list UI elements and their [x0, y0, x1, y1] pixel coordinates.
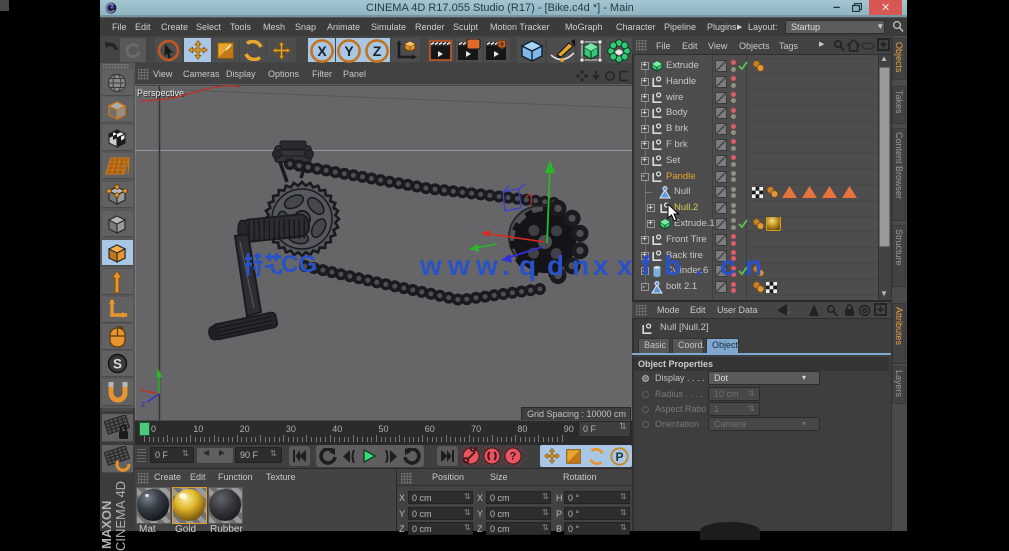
- svg-text:Z: Z: [372, 42, 381, 58]
- svg-text:S: S: [113, 356, 122, 371]
- svg-text:Z: Z: [141, 402, 146, 409]
- svg-text:P: P: [615, 450, 623, 464]
- svg-text:X: X: [317, 42, 327, 58]
- svg-text:Y: Y: [344, 42, 354, 58]
- svg-text:?: ?: [510, 451, 517, 463]
- svg-text:X: X: [140, 387, 145, 394]
- svg-text:Y: Y: [155, 369, 160, 376]
